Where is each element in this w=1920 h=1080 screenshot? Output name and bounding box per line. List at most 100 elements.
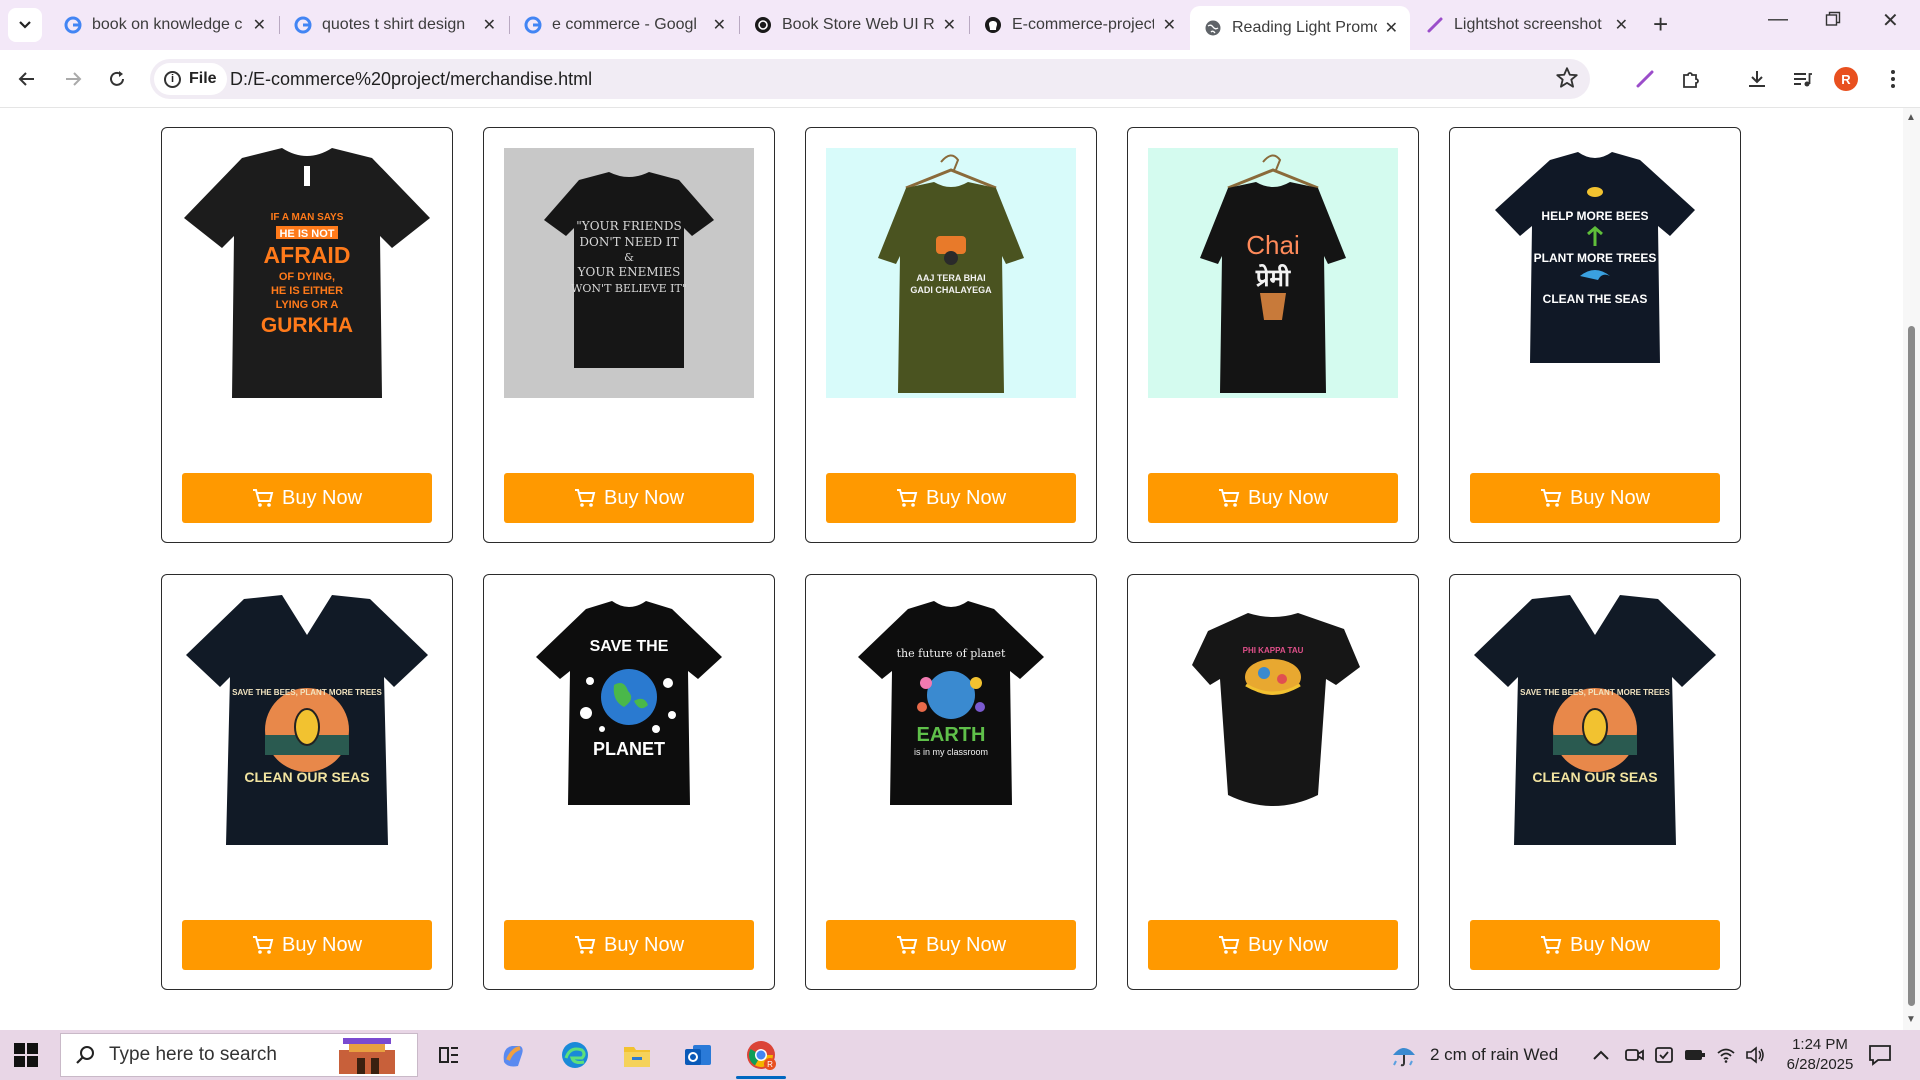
design-text: Chai — [1246, 230, 1299, 260]
show-hidden-icons-chevron-up-icon[interactable] — [1592, 1030, 1610, 1080]
tab-search-button[interactable] — [8, 8, 42, 42]
scroll-down-icon[interactable]: ▼ — [1906, 1014, 1916, 1025]
tab-title: e commerce - Googl — [552, 16, 697, 33]
taskbar-clock[interactable]: 1:24 PM 6/28/2025 — [1770, 1035, 1870, 1075]
product-card: SAVE THE BEES, PLANT MORE TREES CLEAN OU… — [161, 574, 453, 990]
restore-icon[interactable] — [1825, 10, 1841, 33]
product-image-phi-kappa-tau-tshirt[interactable]: PHI KAPPA TAU — [1148, 595, 1398, 845]
tab-title: Book Store Web UI R — [782, 16, 934, 33]
media-control-icon[interactable] — [1789, 66, 1815, 92]
lightshot-extension-icon[interactable] — [1632, 66, 1658, 92]
cart-icon — [252, 935, 274, 955]
close-icon[interactable]: ✕ — [1385, 18, 1398, 38]
notifications-icon[interactable] — [1868, 1030, 1892, 1080]
active-app-indicator — [736, 1076, 786, 1079]
buy-now-button[interactable]: Buy Now — [504, 920, 754, 970]
info-icon: i — [164, 70, 181, 88]
product-image-aaj-tera-bhai-tshirt[interactable]: AAJ TERA BHAI GADI CHALAYEGA — [826, 148, 1076, 398]
edge-browser-icon[interactable] — [558, 1038, 592, 1072]
back-button[interactable] — [14, 66, 40, 92]
volume-icon[interactable] — [1745, 1030, 1765, 1080]
reload-button[interactable] — [104, 66, 130, 92]
meet-now-camera-icon[interactable] — [1624, 1030, 1644, 1080]
tab-title: book on knowledge c — [92, 16, 243, 33]
file-explorer-icon[interactable] — [620, 1038, 654, 1072]
buy-now-button[interactable]: Buy Now — [1470, 920, 1720, 970]
design-text: PLANET — [593, 739, 665, 759]
close-icon[interactable]: ✕ — [713, 15, 726, 35]
close-icon[interactable]: ✕ — [1163, 15, 1176, 35]
buy-now-button[interactable]: Buy Now — [182, 473, 432, 523]
url-text[interactable]: D:/E-commerce%20project/merchandise.html — [230, 69, 592, 90]
design-text: LYING OR A — [276, 299, 339, 311]
product-image-gurkha-tshirt[interactable]: IF A MAN SAYS HE IS NOT AFRAID OF DYING,… — [182, 148, 432, 398]
buy-now-button[interactable]: Buy Now — [1470, 473, 1720, 523]
buy-now-button[interactable]: Buy Now — [1148, 473, 1398, 523]
extensions-puzzle-icon[interactable] — [1678, 66, 1704, 92]
close-icon[interactable]: ✕ — [943, 15, 956, 35]
buy-now-button[interactable]: Buy Now — [1148, 920, 1398, 970]
product-image-help-more-bees-tshirt[interactable]: HELP MORE BEES PLANT MORE TREES CLEAN TH… — [1470, 148, 1720, 398]
tab-book-on-knowledge[interactable]: book on knowledge c ✕ — [50, 6, 278, 44]
tab-e-commerce-project[interactable]: E-commerce-project ✕ — [970, 6, 1188, 44]
design-text: "YOUR FRIENDS — [576, 219, 681, 233]
tab-lightshot-screenshot[interactable]: Lightshot screenshot ✕ — [1412, 6, 1640, 44]
design-text: DON'T NEED IT — [579, 235, 678, 249]
tab-book-store-web-ui[interactable]: Book Store Web UI R ✕ — [740, 6, 968, 44]
buy-now-button[interactable]: Buy Now — [826, 920, 1076, 970]
scroll-thumb[interactable] — [1908, 326, 1915, 1006]
tab-quotes-t-shirt[interactable]: quotes t shirt design ✕ — [280, 6, 508, 44]
address-bar[interactable]: i File D:/E-commerce%20project/merchandi… — [150, 59, 1590, 99]
battery-icon[interactable] — [1684, 1030, 1706, 1080]
site-info-chip[interactable]: i File — [154, 63, 227, 95]
design-text: IF A MAN SAYS — [271, 212, 344, 223]
task-view-icon[interactable] — [432, 1038, 466, 1072]
product-card: HELP MORE BEES PLANT MORE TREES CLEAN TH… — [1449, 127, 1741, 543]
close-icon[interactable]: ✕ — [253, 15, 266, 35]
close-window-icon[interactable]: ✕ — [1882, 8, 1899, 33]
scroll-up-icon[interactable]: ▲ — [1906, 112, 1916, 123]
new-tab-button[interactable]: + — [1653, 10, 1668, 38]
screen-capture-icon[interactable] — [1654, 1030, 1674, 1080]
product-image-save-the-bees-vneck[interactable]: SAVE THE BEES, PLANT MORE TREES CLEAN OU… — [1470, 595, 1720, 845]
product-image-future-of-planet-earth-tshirt[interactable]: the future of planet EARTH is in my clas… — [826, 595, 1076, 845]
product-image-chai-premi-tshirt[interactable]: Chai प्रेमी — [1148, 148, 1398, 398]
design-text: SAVE THE BEES, PLANT MORE TREES — [232, 688, 382, 697]
buy-now-label: Buy Now — [1569, 933, 1651, 956]
tab-reading-light-promo[interactable]: Reading Light Promo ✕ — [1190, 6, 1410, 50]
menu-dots-icon[interactable] — [1880, 66, 1906, 92]
forward-button[interactable] — [60, 66, 86, 92]
design-text: HE IS NOT — [279, 228, 334, 240]
weather-widget[interactable]: 2 cm of rain Wed — [1390, 1030, 1558, 1080]
lightshot-icon — [1426, 16, 1444, 34]
close-icon[interactable]: ✕ — [1615, 15, 1628, 35]
cart-icon — [1218, 935, 1240, 955]
windows-start-icon[interactable] — [14, 1043, 38, 1072]
taskbar-search-box[interactable]: Type here to search — [60, 1033, 418, 1077]
chrome-icon[interactable]: R — [744, 1038, 778, 1072]
profile-avatar[interactable]: R — [1834, 67, 1858, 91]
buy-now-button[interactable]: Buy Now — [182, 920, 432, 970]
design-text: WON'T BELIEVE IT" — [571, 282, 687, 295]
product-image-save-the-bees-vneck[interactable]: SAVE THE BEES, PLANT MORE TREES CLEAN OU… — [182, 595, 432, 845]
tab-e-commerce-google[interactable]: e commerce - Googl ✕ — [510, 6, 738, 44]
google-icon — [294, 16, 312, 34]
buy-now-label: Buy Now — [603, 486, 685, 509]
product-image-friends-enemies-tshirt[interactable]: "YOUR FRIENDS DON'T NEED IT & YOUR ENEMI… — [504, 148, 754, 398]
buy-now-button[interactable]: Buy Now — [504, 473, 754, 523]
design-text: SAVE THE — [590, 638, 669, 655]
product-image-save-the-planet-tshirt[interactable]: SAVE THE PLANET — [504, 595, 754, 845]
wifi-icon[interactable] — [1716, 1030, 1736, 1080]
product-card: IF A MAN SAYS HE IS NOT AFRAID OF DYING,… — [161, 127, 453, 543]
vertical-scrollbar[interactable]: ▲ ▼ — [1903, 108, 1920, 1030]
outlook-icon[interactable] — [681, 1038, 715, 1072]
copilot-icon[interactable] — [496, 1038, 530, 1072]
close-icon[interactable]: ✕ — [483, 15, 496, 35]
bookmark-star-icon[interactable] — [1554, 65, 1580, 96]
buy-now-button[interactable]: Buy Now — [826, 473, 1076, 523]
download-icon[interactable] — [1744, 66, 1770, 92]
buy-now-label: Buy Now — [925, 486, 1007, 509]
design-text: OF DYING, — [279, 271, 335, 283]
buy-now-label: Buy Now — [925, 933, 1007, 956]
minimize-icon[interactable]: — — [1768, 8, 1788, 31]
